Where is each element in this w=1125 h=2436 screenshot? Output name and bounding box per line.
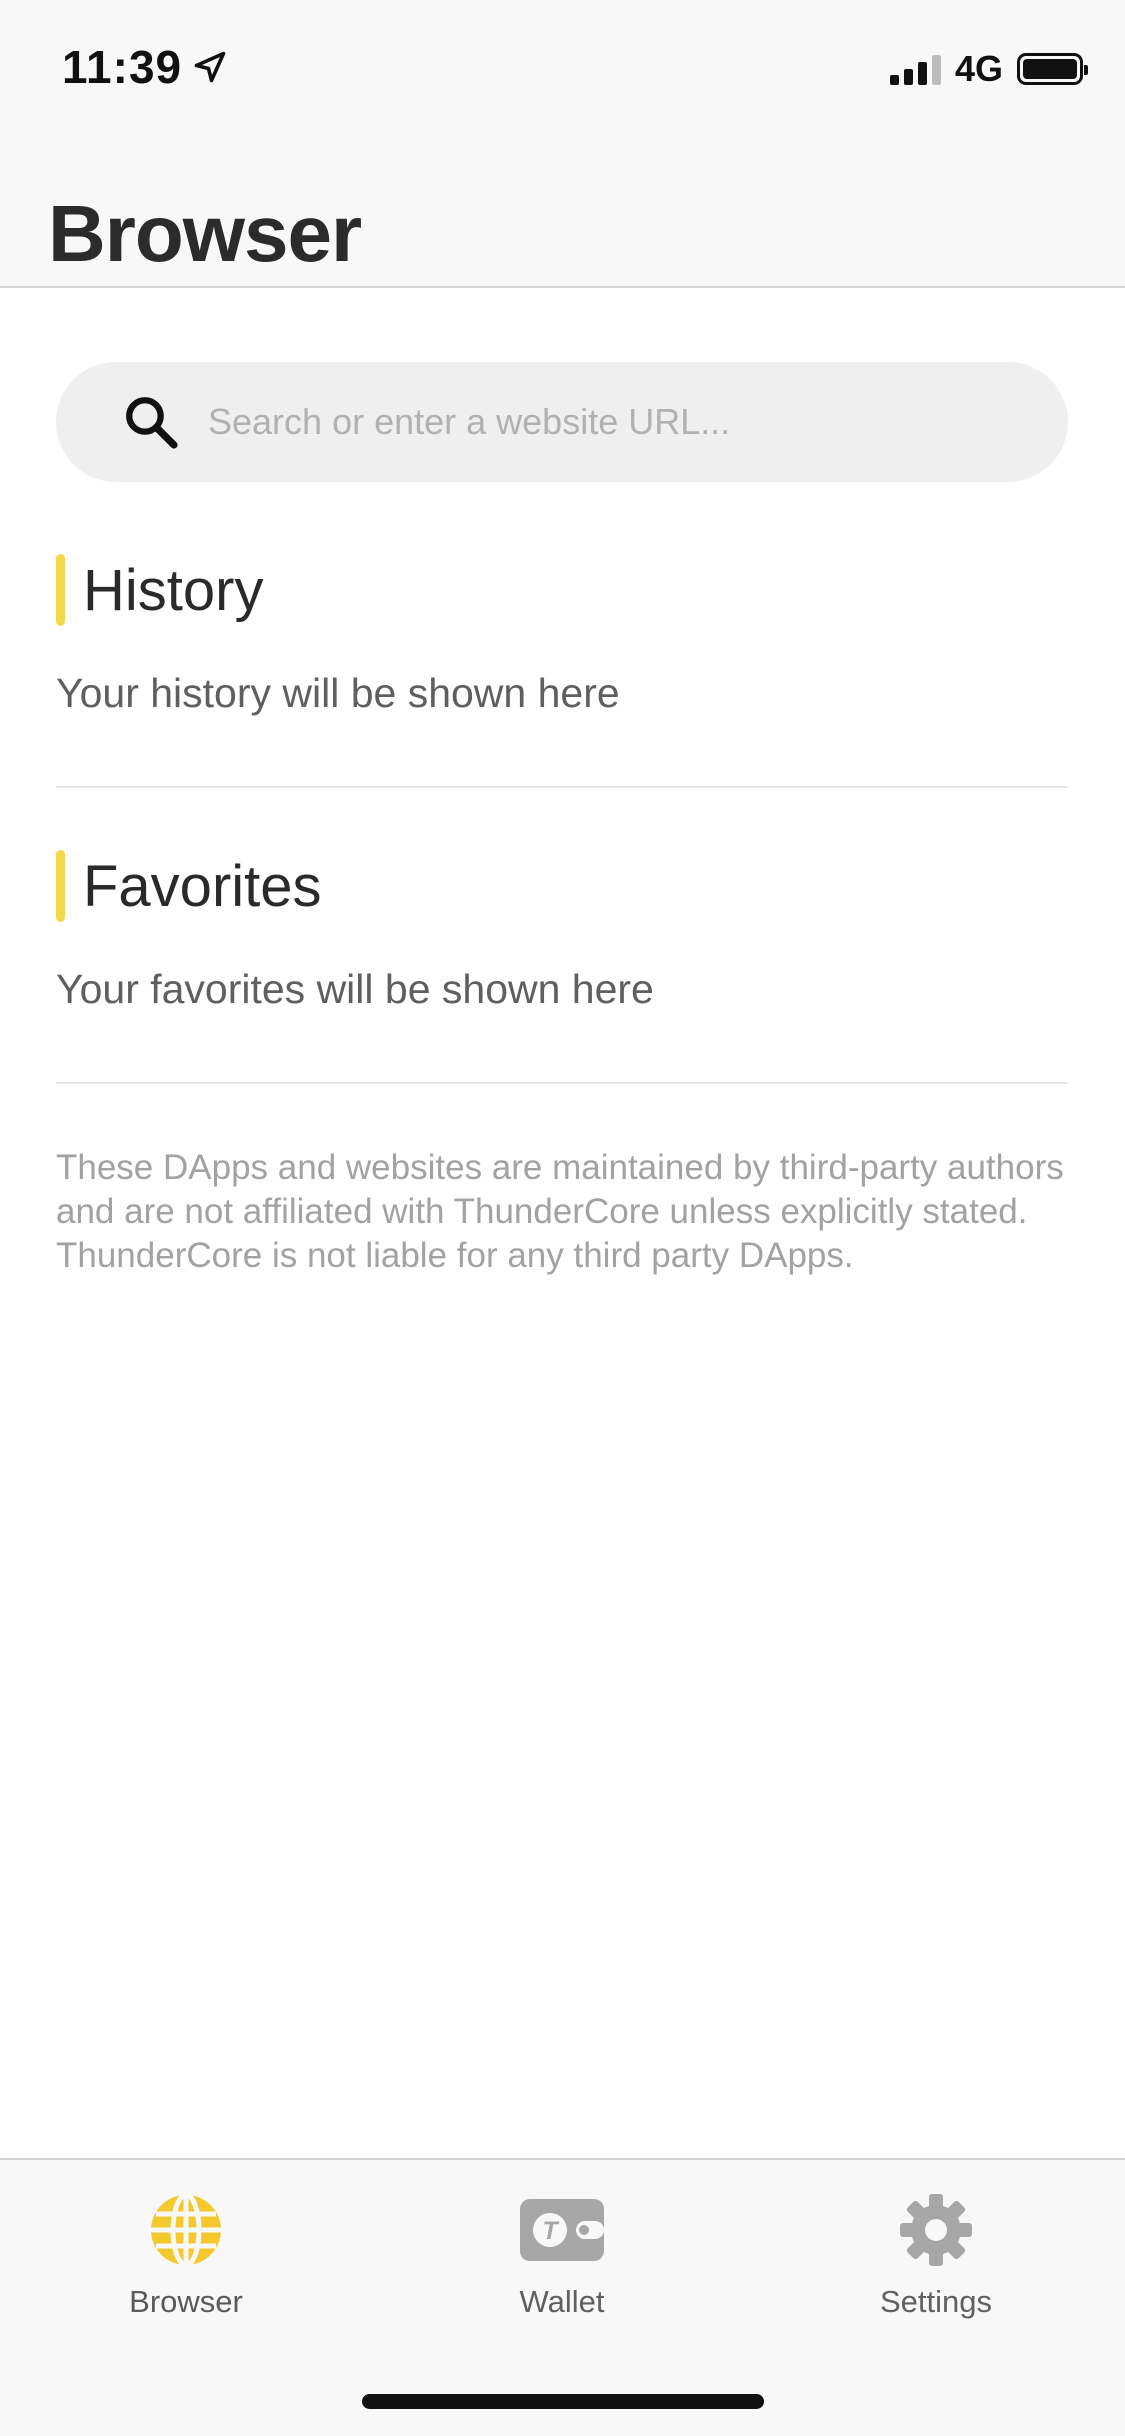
network-type: 4G [954,48,1003,89]
gear-icon [894,2194,978,2266]
status-time: 11:39 [62,40,228,94]
globe-icon [144,2194,228,2266]
battery-icon [1017,53,1088,85]
search-icon [122,393,180,451]
signal-bars-icon [889,53,941,85]
history-empty-text: Your history will be shown here [56,670,620,716]
top-header: 11:39 4G Browser [0,0,1125,288]
search-input[interactable] [208,401,968,443]
history-header: History [56,554,1068,626]
history-title: History [83,557,264,623]
tab-browser-label: Browser [129,2284,243,2319]
favorites-accent-bar [56,850,65,922]
tab-browser[interactable]: Browser [66,2194,306,2320]
history-section: History Your history will be shown here [56,554,1068,717]
status-time-text: 11:39 [62,41,183,93]
status-indicators: 4G [889,48,1088,90]
favorites-empty-text: Your favorites will be shown here [56,966,654,1012]
tab-settings-label: Settings [879,2284,992,2319]
favorites-header: Favorites [56,850,1068,922]
page-title: Browser [48,189,362,278]
favorites-divider [56,1082,1068,1084]
disclaimer-text: These DApps and websites are maintained … [56,1148,1064,1275]
tab-settings[interactable]: Settings [816,2194,1056,2320]
wallet-icon: T [520,2194,604,2266]
location-arrow-icon [194,51,226,83]
history-accent-bar [56,554,65,626]
history-divider [56,786,1068,788]
tab-wallet-label: Wallet [519,2284,605,2319]
browser-screen: 11:39 4G Browser Search or enter a websi… [0,0,1125,2436]
search-bar[interactable] [56,362,1068,482]
favorites-title: Favorites [83,853,322,919]
home-indicator[interactable] [362,2394,764,2409]
favorites-section: Favorites Your favorites will be shown h… [56,850,1068,1013]
tab-wallet[interactable]: T Wallet [442,2194,682,2320]
